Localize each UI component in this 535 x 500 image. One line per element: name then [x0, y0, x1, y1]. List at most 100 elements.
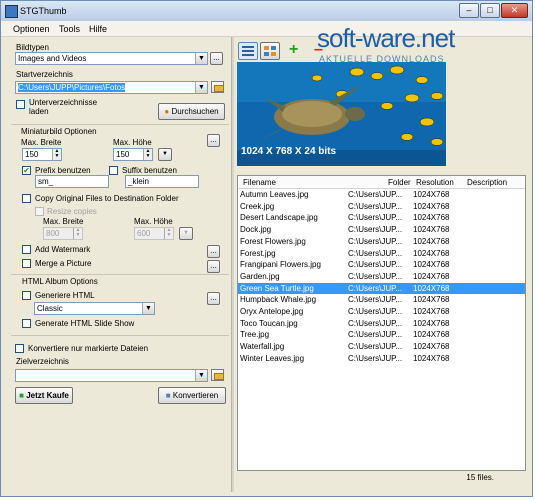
table-row[interactable]: Forest.jpg C:\Users\JUP... 1024X768 — [238, 248, 525, 259]
bildtypen-select[interactable]: Images and Videos ▼ — [15, 52, 208, 65]
cell-res: 1024X768 — [413, 318, 450, 328]
table-row[interactable]: Humpback Whale.jpg C:\Users\JUP... 1024X76… — [238, 294, 525, 305]
table-row[interactable]: Green Sea Turtle.jpg C:\Users\JUP... 1024X… — [238, 282, 525, 294]
copy-max-hoehe-spinner[interactable]: ▲ ▼ — [164, 228, 173, 239]
minimize-button[interactable]: – — [459, 3, 479, 18]
cell-name: Green Sea Turtle.jpg — [240, 283, 314, 293]
add-icon[interactable]: + — [289, 41, 298, 59]
table-row[interactable]: Creek.jpg C:\Users\JUP... 1024X768 — [238, 201, 525, 212]
table-row[interactable]: Frangipani Flowers.jpg C:\Users\JUP... 102… — [238, 259, 525, 270]
add-watermark-checkbox[interactable] — [22, 245, 31, 254]
suffix-checkbox[interactable] — [109, 166, 118, 175]
max-breite-spinner[interactable]: ▲ ▼ — [52, 149, 61, 160]
prefix-checkbox[interactable]: ✔ — [22, 166, 31, 175]
konvertiere-checkbox[interactable] — [15, 344, 24, 353]
file-count: 15 files. — [466, 473, 494, 482]
splitter[interactable] — [231, 37, 234, 492]
suffix-input[interactable]: _klein — [125, 175, 199, 188]
cell-res: 1024X768 — [413, 248, 450, 258]
window-title: STGThumb — [20, 6, 67, 16]
cell-res: 1024X768 — [413, 260, 450, 270]
table-row[interactable]: Toco Toucan.jpg C:\Users\JUP... 1024X768 — [238, 318, 525, 329]
chevron-down-icon[interactable]: ▼ — [195, 53, 207, 64]
column-description[interactable]: Description — [467, 178, 507, 187]
durchsuchen-button[interactable]: ● Durchsuchen — [158, 103, 225, 120]
prefix-input[interactable]: sm_ — [35, 175, 109, 188]
bildtypen-more-button[interactable]: ... — [210, 52, 223, 65]
table-row[interactable]: Forest Flowers.jpg C:\Users\JUP... 1024X76… — [238, 236, 525, 247]
slide-show-checkbox[interactable] — [22, 319, 31, 328]
thumbnail-view-icon[interactable] — [260, 42, 280, 60]
unterverzeichnisse-checkbox[interactable] — [16, 100, 25, 109]
unterverzeichnisse-label: Unterverzeichnisse — [29, 98, 98, 107]
chevron-down-icon[interactable]: ▼ — [142, 303, 154, 314]
prefix-value: sm_ — [38, 177, 54, 186]
miniaturbild-header: Miniaturbild Optionen — [21, 127, 97, 136]
table-row[interactable]: Oryx Antelope.jpg C:\Users\JUP... 1024X768 — [238, 306, 525, 317]
table-row[interactable]: Tree.jpg C:\Users\JUP... 1024X768 — [238, 329, 525, 340]
generiere-html-checkbox[interactable] — [22, 291, 31, 300]
miniaturbild-more-button[interactable]: ... — [207, 134, 220, 147]
chevron-down-icon[interactable]: ▼ — [195, 82, 207, 93]
copy-max-breite-spinner[interactable]: ▲ ▼ — [73, 228, 82, 239]
max-hoehe-dropdown[interactable]: ▼ — [158, 148, 172, 161]
cell-folder: C:\Users\JUP... — [348, 225, 403, 235]
close-button[interactable]: ✕ — [501, 3, 528, 18]
zielverzeichnis-input[interactable]: ▼ — [15, 369, 208, 382]
konvertieren-button[interactable]: ■ Konvertieren — [158, 387, 226, 404]
divider — [11, 274, 229, 275]
bildtypen-value: Images and Videos — [18, 54, 87, 63]
merge-picture-checkbox[interactable] — [22, 259, 31, 268]
table-row[interactable]: Winter Leaves.jpg C:\Users\JUP... 1024X768 — [238, 353, 525, 364]
jetzt-kaufen-button[interactable]: ■ Jetzt Kaufe — [15, 387, 73, 404]
html-style-value: Classic — [37, 304, 63, 313]
column-resolution[interactable]: Resolution — [416, 178, 454, 187]
table-row[interactable]: Garden.jpg C:\Users\JUP... 1024X768 — [238, 271, 525, 282]
max-hoehe-spinner[interactable]: ▲ ▼ — [143, 149, 152, 160]
column-folder[interactable]: Folder — [388, 178, 411, 187]
maximize-button[interactable]: □ — [480, 3, 500, 18]
column-filename[interactable]: Filename — [243, 178, 276, 187]
copy-max-breite-input[interactable]: 800 ▲ ▼ — [43, 227, 83, 240]
menu-tools[interactable]: Tools — [59, 24, 80, 34]
unterverzeichnisse-label-2: laden — [29, 107, 49, 116]
file-list[interactable]: Filename Folder Resolution Description A… — [237, 175, 526, 471]
html-style-select[interactable]: Classic ▼ — [34, 302, 155, 315]
cell-folder: C:\Users\JUP... — [348, 295, 403, 305]
table-row[interactable]: Desert Landscape.jpg C:\Users\JUP... 1024X… — [238, 212, 525, 223]
suffix-label: Suffix benutzen — [122, 166, 178, 175]
folder-browse-icon[interactable] — [211, 369, 224, 381]
max-breite-input[interactable]: 150 ▲ ▼ — [22, 148, 62, 161]
chevron-down-icon[interactable]: ▼ — [195, 370, 207, 381]
menu-optionen[interactable]: Optionen — [13, 24, 50, 34]
table-row[interactable]: Autumn Leaves.jpg C:\Users\JUP... 1024X768 — [238, 189, 525, 200]
copy-original-checkbox[interactable] — [22, 194, 31, 203]
max-hoehe-input[interactable]: 150 ▲ ▼ — [113, 148, 153, 161]
durchsuchen-label: Durchsuchen — [171, 107, 219, 116]
status-bar: 15 files. — [237, 473, 526, 486]
html-more-button[interactable]: ... — [207, 292, 220, 305]
watermark-more-button[interactable]: ... — [207, 245, 220, 258]
image-preview: 1024 X 768 X 24 bits — [237, 62, 446, 166]
folder-browse-icon[interactable] — [211, 81, 224, 93]
slide-show-label: Generate HTML Slide Show — [35, 319, 135, 328]
merge-picture-label: Merge a Picture — [35, 259, 92, 268]
cell-res: 1024X768 — [413, 236, 450, 246]
menu-hilfe[interactable]: Hilfe — [89, 24, 107, 34]
title-bar[interactable]: STGThumb – □ ✕ — [1, 1, 532, 21]
copy-max-hoehe-input[interactable]: 600 ▲ ▼ — [134, 227, 174, 240]
cart-icon: ■ — [19, 391, 24, 400]
startverzeichnis-input[interactable]: C:\Users\JUPP\Pictures\Fotos ▼ — [15, 81, 208, 94]
jetzt-kaufen-label: Jetzt Kaufe — [26, 391, 69, 400]
max-breite-label: Max. Breite — [21, 138, 62, 147]
list-view-icon[interactable] — [238, 42, 258, 60]
copy-max-hoehe-dropdown[interactable]: ▼ — [179, 227, 193, 240]
table-row[interactable]: Dock.jpg C:\Users\JUP... 1024X768 — [238, 224, 525, 235]
table-row[interactable]: Waterfall.jpg C:\Users\JUP... 1024X768 — [238, 341, 525, 352]
merge-picture-more-button[interactable]: ... — [207, 260, 220, 273]
resize-copies-checkbox[interactable] — [35, 207, 44, 216]
watermark-logo: soft-ware.net AKTUELLE DOWNLOADS — [317, 23, 455, 64]
cell-res: 1024X768 — [413, 342, 450, 352]
cell-name: Oryx Antelope.jpg — [240, 307, 304, 316]
cell-res: 1024X768 — [413, 283, 450, 293]
